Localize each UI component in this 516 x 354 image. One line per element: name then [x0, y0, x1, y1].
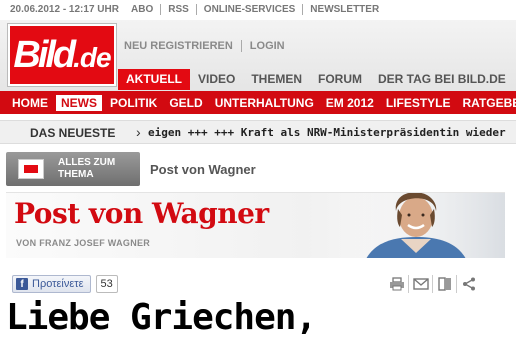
nav-item-em-2012[interactable]: EM 2012: [320, 96, 380, 110]
all-about-topic-button[interactable]: ALLES ZUM THEMA: [6, 152, 140, 186]
article-headline: Liebe Griechen,: [6, 297, 317, 338]
topic-folder-icon: [18, 159, 44, 179]
register-link[interactable]: NEU REGISTRIEREN: [124, 40, 241, 52]
tab-aktuell[interactable]: AKTUELL: [118, 69, 190, 90]
ticker-text[interactable]: eigen +++ +++ Kraft als NRW-Ministerpräs…: [148, 126, 516, 139]
section-tabs: AKTUELL VIDEO THEMEN FORUM DER TAG BEI B…: [118, 69, 514, 90]
banner-byline: VON FRANZ JOSEF WAGNER: [16, 238, 151, 248]
nav-item-geld[interactable]: GELD: [163, 96, 208, 110]
date-time: 20.06.2012 - 12:17 UHR: [10, 4, 119, 15]
ticker-arrow-icon[interactable]: ›: [136, 124, 141, 140]
main-nav: HOME NEWS POLITIK GELD UNTERHALTUNG EM 2…: [0, 91, 516, 114]
login-link[interactable]: LOGIN: [240, 40, 293, 52]
meta-bar: 20.06.2012 - 12:17 UHR ABO RSS ONLINE-SE…: [0, 0, 516, 20]
ticker-label: DAS NEUESTE: [30, 126, 116, 140]
account-links: NEU REGISTRIEREN LOGIN: [124, 40, 293, 52]
nav-item-politik[interactable]: POLITIK: [104, 96, 163, 110]
nav-item-unterhaltung[interactable]: UNTERHALTUNG: [209, 96, 320, 110]
topic-name: Post von Wagner: [150, 162, 256, 177]
facebook-count: 53: [95, 275, 118, 293]
author-portrait: [346, 193, 505, 258]
topic-row: ALLES ZUM THEMA Post von Wagner: [6, 152, 516, 186]
article-tools: [385, 275, 481, 293]
share-icon[interactable]: [457, 275, 481, 293]
facebook-recommend-label: Προτείνετε: [32, 278, 84, 290]
news-ticker: DAS NEUESTE › eigen +++ +++ Kraft als NR…: [0, 120, 516, 144]
online-services-link[interactable]: ONLINE-SERVICES: [195, 4, 303, 15]
bild-logo[interactable]: Bild.de: [8, 24, 116, 86]
newsletter-link[interactable]: NEWSLETTER: [302, 4, 386, 15]
nav-item-home[interactable]: HOME: [6, 96, 54, 110]
nav-item-ratgeber[interactable]: RATGEBER: [457, 96, 516, 110]
banner-title: Post von Wagner: [14, 197, 269, 230]
facebook-recommend-button[interactable]: f Προτείνετε: [12, 275, 91, 293]
tab-der-tag[interactable]: DER TAG BEI BILD.DE: [370, 69, 514, 90]
print-icon[interactable]: [385, 275, 409, 293]
facebook-icon: f: [16, 278, 28, 290]
abo-link[interactable]: ABO: [131, 4, 160, 15]
logo-tld: .de: [73, 41, 111, 73]
bookmark-icon[interactable]: [433, 275, 457, 293]
nav-item-news[interactable]: NEWS: [56, 94, 102, 111]
mail-icon[interactable]: [409, 275, 433, 293]
tab-themen[interactable]: THEMEN: [243, 69, 310, 90]
logo-text: Bild: [13, 33, 76, 76]
all-about-topic-label: ALLES ZUM THEMA: [58, 157, 116, 180]
tab-forum[interactable]: FORUM: [310, 69, 370, 90]
tab-video[interactable]: VIDEO: [190, 69, 243, 90]
column-banner: Post von Wagner VON FRANZ JOSEF WAGNER: [6, 192, 505, 258]
meta-links: ABO RSS ONLINE-SERVICES NEWSLETTER: [131, 4, 386, 15]
nav-item-lifestyle[interactable]: LIFESTYLE: [380, 96, 457, 110]
rss-link[interactable]: RSS: [160, 4, 196, 15]
social-bar: f Προτείνετε 53: [12, 274, 118, 294]
